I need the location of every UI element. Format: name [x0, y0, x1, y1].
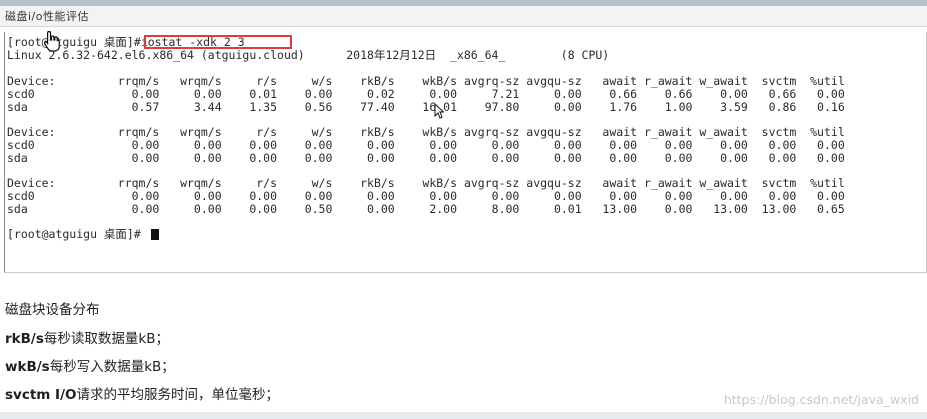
hand-pointer-icon [43, 30, 60, 52]
note-text: 请求的平均服务时间，单位毫秒； [76, 387, 280, 403]
system-info-line: Linux 2.6.32-642.el6.x86_64 (atguigu.clo… [7, 48, 610, 62]
terminal-cursor [151, 229, 159, 240]
note-text: 磁盘块设备分布 [5, 302, 100, 318]
report-row: sda 0.00 0.00 0.00 0.00 0.00 0.00 0.00 0… [7, 151, 845, 165]
note-item: wkB/s每秒写入数据量kB； [5, 355, 175, 375]
note-item: svctm I/O请求的平均服务时间，单位毫秒； [5, 383, 279, 403]
note-term: wkB/s [5, 359, 50, 375]
terminal-window[interactable]: [root@atguigu 桌面]#iostat -xdk 2 3 Linux … [4, 32, 927, 273]
report-row: sda 0.00 0.00 0.00 0.50 0.00 2.00 8.00 0… [7, 202, 845, 216]
watermark: https://blog.csdn.net/java_wxid [723, 392, 919, 407]
note-term: svctm I/O [5, 387, 77, 403]
note-term: rkB/s [5, 331, 44, 347]
note-text: 每秒写入数据量kB； [49, 359, 175, 375]
note-item: 磁盘块设备分布 [5, 298, 100, 318]
page-title: 磁盘i/o性能评估 [5, 10, 89, 23]
bottom-strip [0, 412, 927, 419]
shell-prompt: [root@atguigu 桌面]# [7, 35, 141, 49]
command-highlight-box [144, 35, 292, 49]
note-item: rkB/s每秒读取数据量kB； [5, 327, 169, 347]
mouse-arrow-icon [434, 103, 444, 119]
note-text: 每秒读取数据量kB； [43, 331, 169, 347]
report-row: sda 0.57 3.44 1.35 0.56 77.40 16.01 97.8… [7, 100, 845, 114]
title-row: 磁盘i/o性能评估 [0, 6, 927, 27]
final-prompt: [root@atguigu 桌面]# [7, 227, 141, 241]
